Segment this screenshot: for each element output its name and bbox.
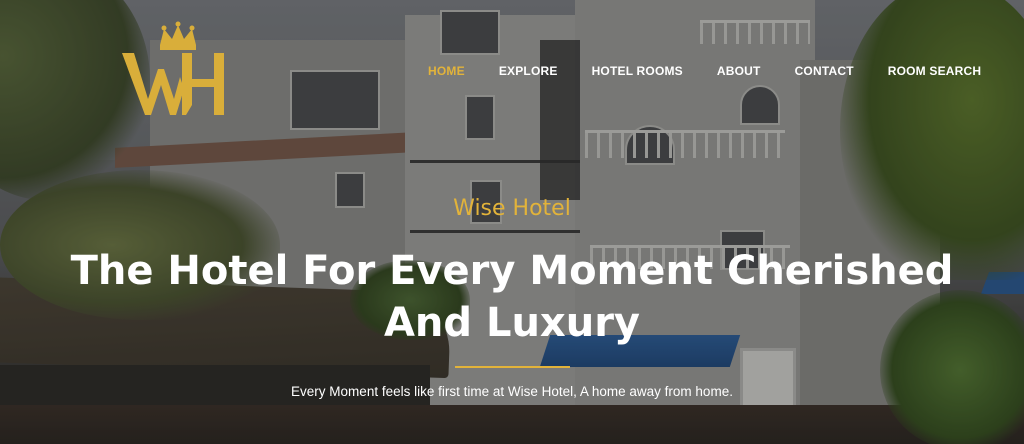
hotel-logo[interactable] [120,15,232,121]
nav-item-hotel-rooms[interactable]: HOTEL ROOMS [592,64,683,78]
hero-section: HOME EXPLORE HOTEL ROOMS ABOUT CONTACT R… [0,0,1024,444]
hero-tagline: Every Moment feels like first time at Wi… [291,384,733,399]
crown-wh-logo-icon [122,21,224,115]
hero-divider [455,366,570,368]
nav-item-about[interactable]: ABOUT [717,64,761,78]
hero-headline: The Hotel For Every Moment Cherished And… [62,245,962,349]
hero-headline-line-2: And Luxury [383,300,641,346]
hero-eyebrow: Wise Hotel [453,196,571,221]
nav-item-contact[interactable]: CONTACT [795,64,854,78]
main-navigation: HOME EXPLORE HOTEL ROOMS ABOUT CONTACT R… [428,64,981,78]
nav-item-room-search[interactable]: ROOM SEARCH [888,64,982,78]
nav-item-explore[interactable]: EXPLORE [499,64,558,78]
hero-headline-line-1: The Hotel For Every Moment Cherished [70,248,954,294]
nav-item-home[interactable]: HOME [428,64,465,78]
